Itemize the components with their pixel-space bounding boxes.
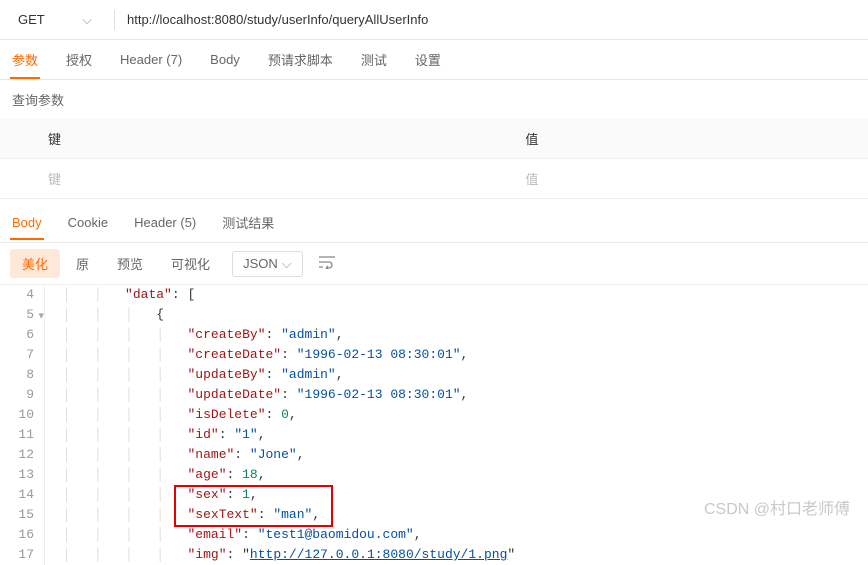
response-toolbar: 美化 原 预览 可视化 JSON ⌵ [0,243,868,285]
line-gutter: 45▾67891011121314151617 [0,285,44,565]
response-tab-body[interactable]: Body [10,205,44,240]
preview-button[interactable]: 预览 [105,249,155,278]
response-tabs: Body Cookie Header (5) 测试结果 [0,203,868,243]
query-params-label: 查询参数 [0,80,868,119]
key-cell-placeholder[interactable]: 键 [0,159,477,199]
response-body-code[interactable]: 45▾67891011121314151617 │ │ "data": [ │ … [0,285,868,565]
divider [114,10,115,30]
url-input[interactable] [119,6,858,33]
chevron-down-icon: ⌵ [82,12,92,28]
request-tabs: 参数 授权 Header (7) Body 预请求脚本 测试 设置 [0,40,868,80]
tab-auth[interactable]: 授权 [64,40,94,79]
tab-settings[interactable]: 设置 [413,40,443,79]
response-tab-result[interactable]: 测试结果 [220,203,276,242]
beautify-button[interactable]: 美化 [10,249,60,278]
wrap-icon[interactable] [311,250,343,277]
raw-button[interactable]: 原 [64,249,101,278]
params-table: 键 值 键 值 [0,119,868,199]
format-select[interactable]: JSON ⌵ [232,251,303,277]
tab-body[interactable]: Body [208,42,242,77]
method-select[interactable]: GET ⌵ [10,8,100,32]
visualize-button[interactable]: 可视化 [159,249,222,278]
tab-params[interactable]: 参数 [10,40,40,79]
method-label: GET [18,12,45,27]
tab-prescript[interactable]: 预请求脚本 [266,40,335,79]
param-row[interactable]: 键 值 [0,159,868,199]
response-tab-cookie[interactable]: Cookie [66,205,110,240]
key-column-header: 键 [0,119,477,159]
chevron-down-icon: ⌵ [282,256,292,272]
format-label: JSON [243,256,278,271]
tab-header[interactable]: Header (7) [118,42,184,77]
tab-test[interactable]: 测试 [359,40,389,79]
value-column-header: 值 [477,119,868,159]
value-cell-placeholder[interactable]: 值 [477,159,868,199]
response-tab-header[interactable]: Header (5) [132,205,198,240]
code-content[interactable]: │ │ "data": [ │ │ │ { │ │ │ │ "createBy"… [44,285,868,565]
